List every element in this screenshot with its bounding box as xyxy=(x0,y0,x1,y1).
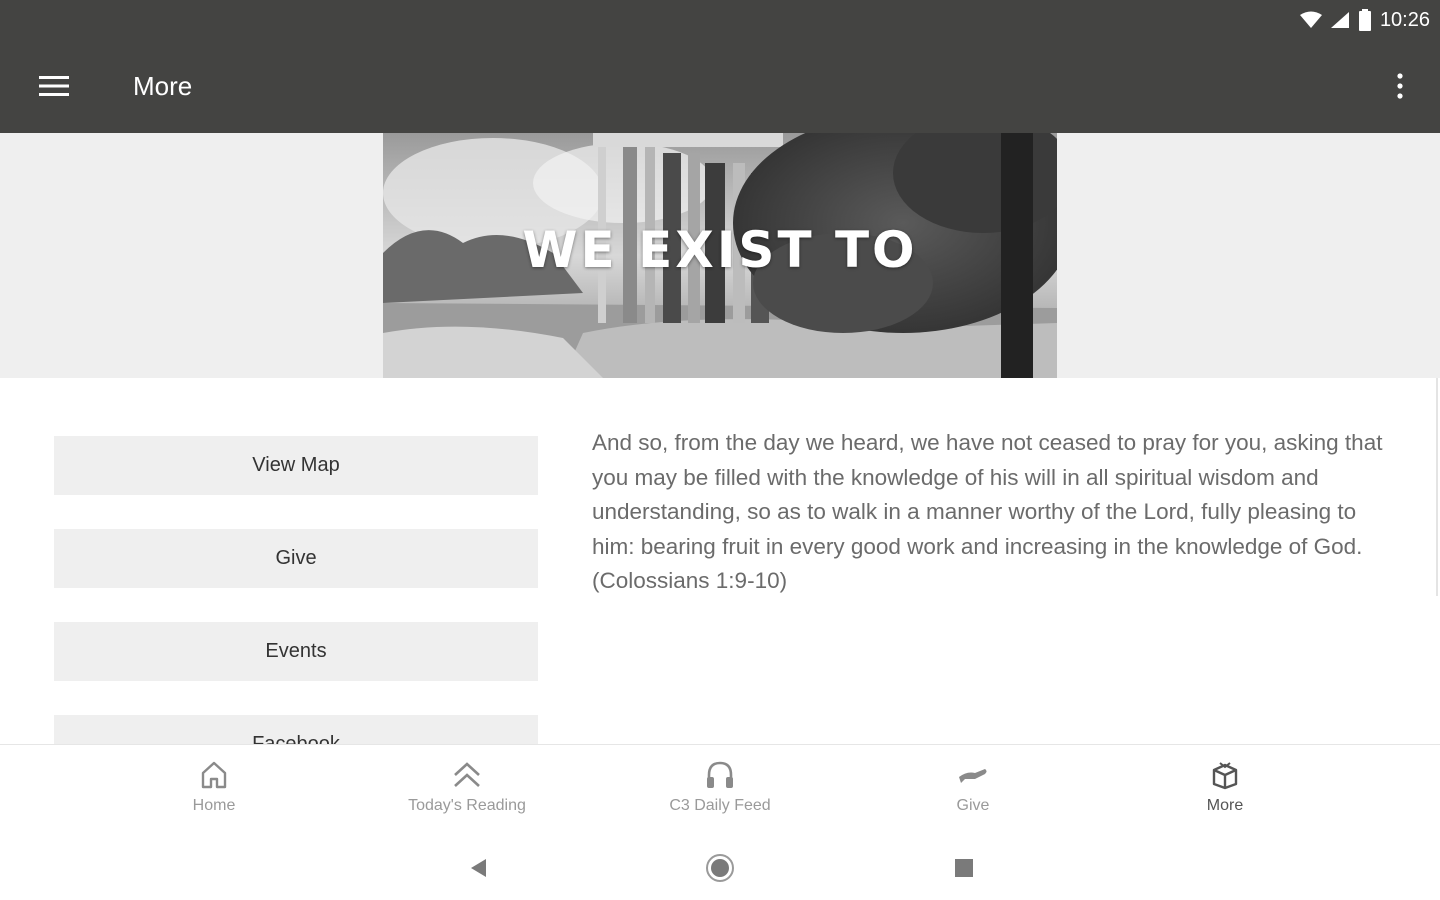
scrollbar[interactable] xyxy=(1436,378,1438,596)
nav-item-home[interactable]: Home xyxy=(114,757,314,827)
recents-icon[interactable] xyxy=(946,850,982,886)
nav-label-give: Give xyxy=(956,797,990,814)
double-chevron-up-icon xyxy=(452,757,482,793)
nav-item-give[interactable]: Give xyxy=(873,757,1073,827)
verse-text: And so, from the day we heard, we have n… xyxy=(592,430,1383,593)
banner-image: WE EXIST TO xyxy=(383,133,1057,378)
facebook-button[interactable]: Facebook xyxy=(54,715,538,744)
status-time: 10:26 xyxy=(1379,8,1430,31)
events-button[interactable]: Events xyxy=(54,622,538,681)
nav-label-todays-reading: Today's Reading xyxy=(408,797,526,814)
back-icon[interactable] xyxy=(460,850,496,886)
banner-area: WE EXIST TO xyxy=(0,133,1440,378)
hamburger-menu-icon[interactable] xyxy=(34,66,74,106)
give-button[interactable]: Give xyxy=(54,529,538,588)
nav-label-more: More xyxy=(1206,797,1244,814)
nav-item-more[interactable]: More xyxy=(1125,757,1325,827)
box-icon xyxy=(1209,757,1241,793)
giving-hand-icon xyxy=(957,757,989,793)
page-title: More xyxy=(133,71,193,101)
home-icon xyxy=(200,757,228,793)
nav-label-c3-daily-feed: C3 Daily Feed xyxy=(669,797,771,814)
nav-item-todays-reading[interactable]: Today's Reading xyxy=(367,757,567,827)
headphones-icon xyxy=(705,757,735,793)
wifi-icon xyxy=(1299,11,1322,29)
app-header: 10:26 More xyxy=(0,0,1440,133)
status-bar: 10:26 xyxy=(1299,6,1430,34)
cell-signal-icon xyxy=(1330,11,1350,29)
system-navigation-bar xyxy=(0,838,1440,900)
more-vert-icon[interactable] xyxy=(1388,66,1412,106)
banner-title: WE EXIST TO xyxy=(522,221,918,279)
nav-label-home: Home xyxy=(192,797,236,814)
battery-icon xyxy=(1358,9,1372,31)
view-map-button[interactable]: View Map xyxy=(54,436,538,495)
home-circle-icon[interactable] xyxy=(702,850,738,886)
bottom-navigation: Home Today's Reading C3 Daily Feed Give xyxy=(0,744,1440,838)
nav-item-c3-daily-feed[interactable]: C3 Daily Feed xyxy=(620,757,820,827)
main-content: View Map Give Events Facebook And so, fr… xyxy=(0,378,1440,744)
